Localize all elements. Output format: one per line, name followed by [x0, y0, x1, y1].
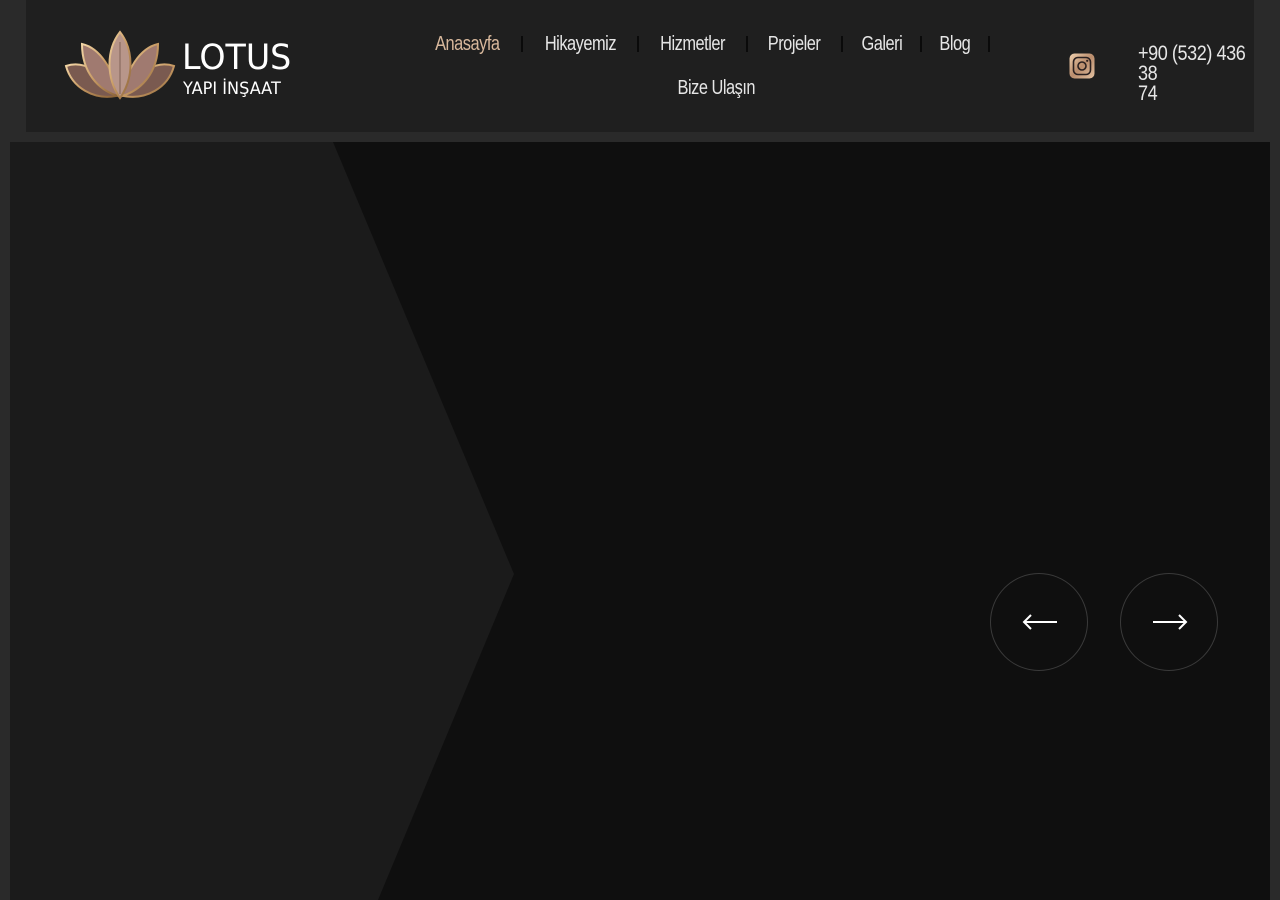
- nav-item-hikayemiz[interactable]: Hikayemiz: [544, 33, 616, 56]
- nav-row-1: Anasayfa Hikayemiz Hizmetler Projeler Ga…: [406, 22, 1026, 66]
- site-header: LOTUS YAPI İNŞAAT Anasayfa Hikayemiz Hiz…: [26, 0, 1254, 132]
- arrow-left-icon: [1022, 614, 1057, 630]
- nav-separator: [637, 36, 640, 52]
- brand-name: LOTUS: [182, 38, 292, 78]
- slider-next-button[interactable]: [1120, 573, 1218, 671]
- nav-separator: [840, 36, 843, 52]
- brand-tagline: YAPI İNŞAAT: [183, 79, 281, 99]
- nav-separator: [520, 36, 523, 52]
- instagram-icon[interactable]: [1069, 53, 1095, 79]
- phone-line-1: +90 (532) 436 38: [1138, 42, 1246, 85]
- phone-line-2: 74: [1138, 82, 1158, 105]
- nav-separator: [920, 36, 923, 52]
- nav-separator: [988, 36, 990, 52]
- nav-row-2: Bize Ulaşın: [406, 66, 1026, 110]
- nav-item-projeler[interactable]: Projeler: [768, 33, 821, 56]
- nav-item-bize-ulasin[interactable]: Bize Ulaşın: [677, 77, 755, 100]
- logo-link[interactable]: LOTUS YAPI İNŞAAT: [64, 30, 304, 102]
- hero-slider: [10, 142, 1270, 900]
- slider-prev-button[interactable]: [990, 573, 1088, 671]
- arrow-right-icon: [1153, 614, 1188, 630]
- nav-item-hizmetler[interactable]: Hizmetler: [661, 33, 726, 56]
- main-nav: Anasayfa Hikayemiz Hizmetler Projeler Ga…: [406, 22, 1026, 110]
- phone-link[interactable]: +90 (532) 436 38 74: [1138, 42, 1258, 105]
- hero-panel-shape: [10, 142, 514, 900]
- nav-item-blog[interactable]: Blog: [940, 33, 971, 56]
- nav-separator: [746, 36, 749, 52]
- lotus-logo-icon: [64, 30, 176, 100]
- nav-item-anasayfa[interactable]: Anasayfa: [435, 33, 500, 56]
- nav-item-galeri[interactable]: Galeri: [861, 33, 902, 56]
- page: LOTUS YAPI İNŞAAT Anasayfa Hikayemiz Hiz…: [0, 0, 1280, 900]
